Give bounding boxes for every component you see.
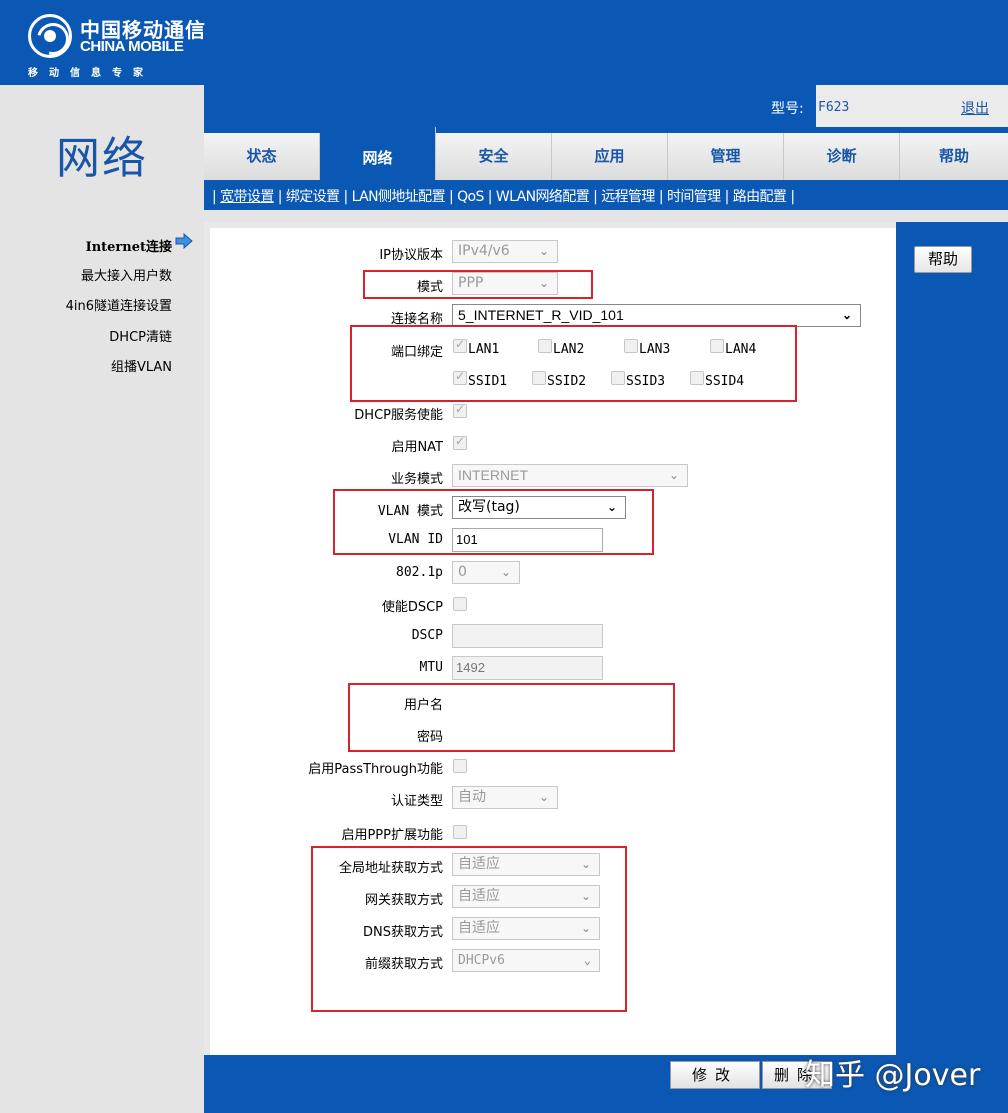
p8021p-value: 0 (458, 564, 467, 580)
dhcp-server-label: DHCP服务使能 (354, 408, 443, 423)
sidebar-item-4in6[interactable]: 4in6隧道连接设置 (66, 295, 172, 314)
dhcp-server-checkbox[interactable] (453, 402, 467, 418)
nat-label: 启用NAT (391, 440, 443, 455)
enable-dscp-checkbox[interactable] (453, 597, 467, 611)
ppp-ext-checkbox[interactable] (453, 825, 467, 839)
arrow-right-icon (175, 233, 193, 249)
china-mobile-logo: 中国移动通信 CHINA MOBILE 移动信息专家 (28, 12, 205, 80)
dscp-input[interactable] (452, 624, 603, 648)
annotation-box-ipv6 (311, 846, 627, 1012)
annotation-box-vlan (333, 489, 654, 555)
tab-application[interactable]: 应用 (552, 133, 668, 180)
china-mobile-logo-icon (28, 14, 72, 58)
service-mode-label: 业务模式 (390, 472, 443, 487)
tab-security[interactable]: 安全 (436, 133, 552, 180)
passthrough-label: 启用PassThrough功能 (308, 762, 443, 777)
tab-status[interactable]: 状态 (204, 133, 320, 180)
subnav-lan-address[interactable]: LAN侧地址配置 (352, 189, 446, 205)
chevron-down-icon: ⌄ (538, 244, 549, 258)
sub-nav: | 宽带设置 | 绑定设置 | LAN侧地址配置 | QoS | WLAN网络配置 | 远程管理 | 时间… (212, 189, 795, 205)
tab-diagnosis[interactable]: 诊断 (784, 133, 900, 180)
chevron-down-icon: ⌄ (841, 308, 852, 322)
service-mode-select[interactable]: INTERNET ⌄ (452, 464, 688, 487)
tab-management[interactable]: 管理 (668, 133, 784, 180)
tab-network[interactable]: 网络 (320, 127, 436, 180)
sidebar (0, 222, 204, 1113)
subnav-binding[interactable]: 绑定设置 (286, 189, 340, 205)
chevron-down-icon: ⌄ (668, 468, 679, 482)
dscp-label: DSCP (411, 628, 443, 643)
page-title: 网络 (56, 133, 148, 184)
logo-en-text: CHINA MOBILE (80, 38, 184, 55)
p8021p-select[interactable]: 0 ⌄ (452, 561, 520, 584)
logout-link[interactable]: 退出 (961, 98, 989, 118)
auth-type-value: 自动 (458, 789, 486, 805)
subnav-route[interactable]: 路由配置 (733, 189, 787, 205)
annotation-box-credentials (348, 683, 675, 752)
sidebar-item-multicast-vlan[interactable]: 组播VLAN (111, 356, 172, 375)
model-label: 型号: (771, 101, 804, 117)
sidebar-item-max-users[interactable]: 最大接入用户数 (81, 265, 172, 284)
annotation-box-port-bind (350, 325, 797, 402)
logo-slogan: 移动信息专家 (28, 68, 154, 79)
passthrough-checkbox[interactable] (453, 759, 467, 773)
subnav-time[interactable]: 时间管理 (667, 189, 721, 205)
subnav-qos[interactable]: QoS (457, 189, 484, 205)
tab-help[interactable]: 帮助 (900, 133, 1008, 180)
divider-strip (0, 210, 1008, 222)
auth-type-select[interactable]: 自动 ⌄ (452, 786, 558, 809)
mtu-input[interactable]: 1492 (452, 656, 603, 680)
nat-checkbox[interactable] (453, 434, 467, 450)
modify-button[interactable]: 修改 (670, 1061, 760, 1089)
enable-dscp-label: 使能DSCP (381, 600, 443, 615)
ppp-ext-label: 启用PPP扩展功能 (341, 828, 443, 843)
help-button[interactable]: 帮助 (914, 246, 972, 273)
model-value: F623 (818, 100, 850, 115)
conn-name-value: 5_INTERNET_R_VID_101 (458, 307, 624, 323)
service-mode-value: INTERNET (458, 467, 528, 483)
subnav-wlan[interactable]: WLAN网络配置 (496, 189, 590, 205)
annotation-box-mode (363, 270, 593, 299)
p8021p-label: 802.1p (396, 565, 443, 580)
sidebar-item-internet[interactable]: Internet连接 (86, 236, 172, 255)
conn-name-select[interactable]: 5_INTERNET_R_VID_101 ⌄ (452, 304, 861, 327)
watermark: 知乎 @Jover (805, 1058, 981, 1093)
auth-type-label: 认证类型 (390, 794, 443, 809)
chevron-down-icon: ⌄ (500, 565, 511, 579)
ip-version-label: IP协议版本 (379, 248, 443, 263)
ip-version-value: IPv4/v6 (458, 243, 510, 259)
sidebar-item-dhcp-clear[interactable]: DHCP清链 (109, 326, 172, 345)
right-column (896, 222, 1008, 1113)
mtu-label: MTU (419, 660, 443, 675)
subnav-broadband[interactable]: 宽带设置 (220, 189, 274, 205)
ip-version-select[interactable]: IPv4/v6 ⌄ (452, 240, 558, 263)
chevron-down-icon: ⌄ (538, 790, 549, 804)
subnav-remote[interactable]: 远程管理 (601, 189, 655, 205)
